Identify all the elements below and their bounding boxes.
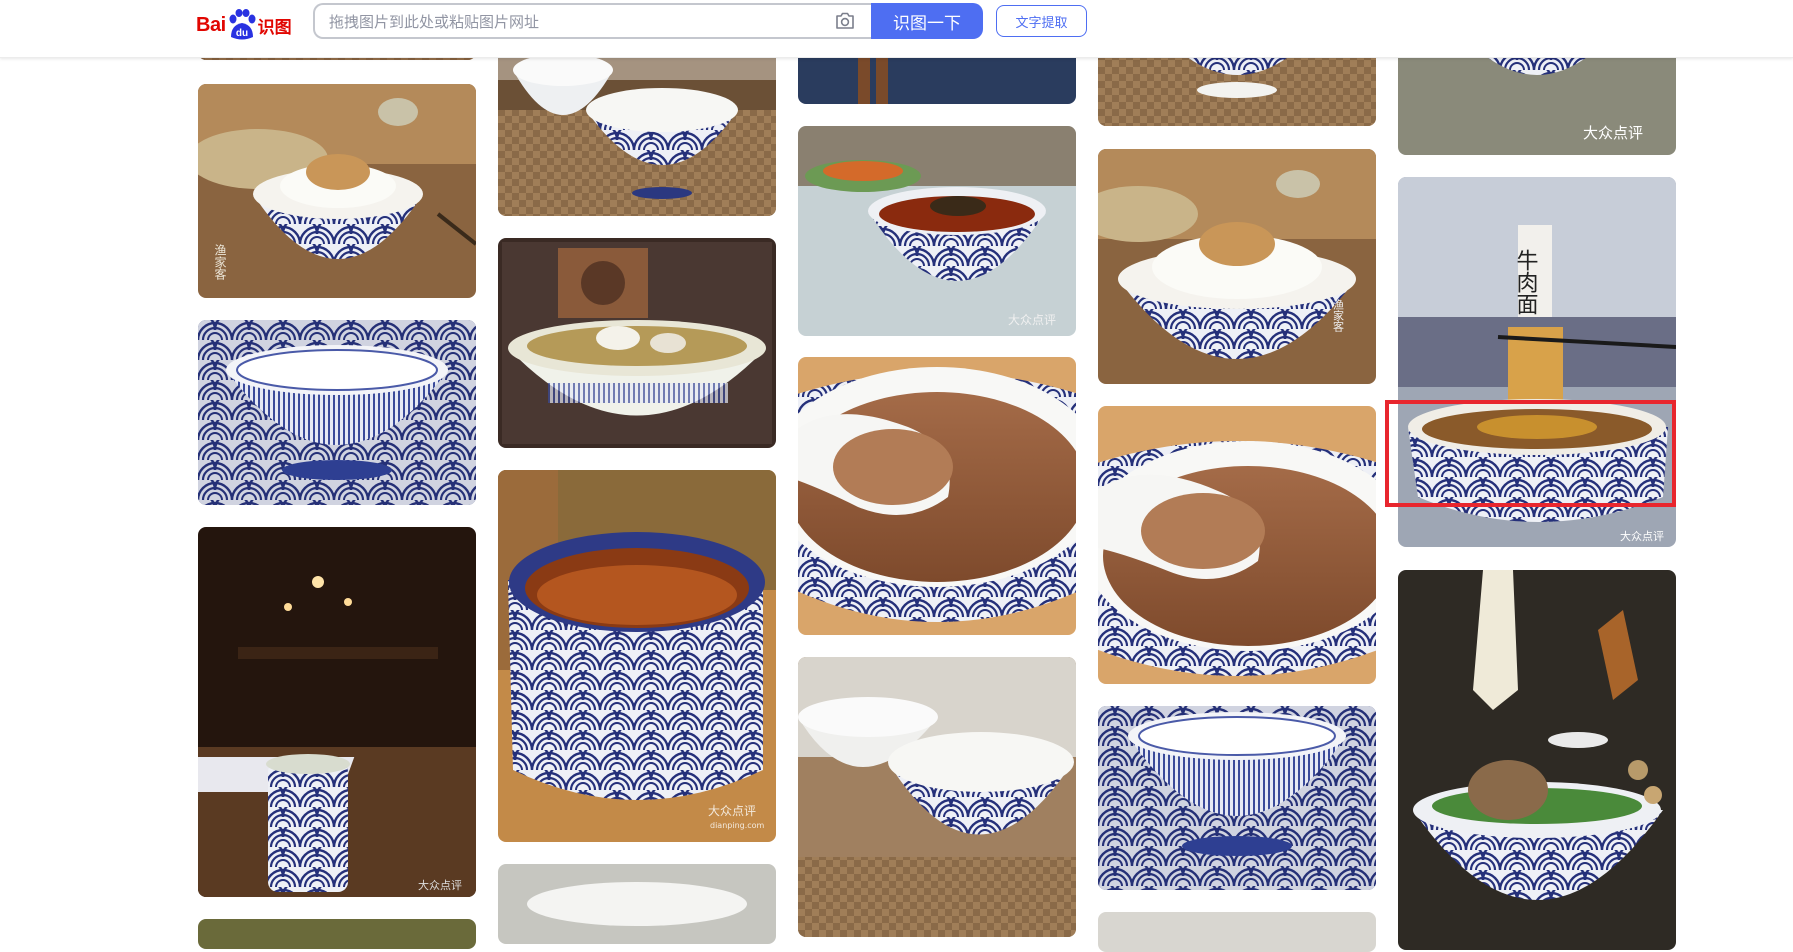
search-box[interactable]	[313, 3, 871, 39]
result-image[interactable]: 大众点评	[798, 126, 1076, 336]
result-image[interactable]	[1098, 406, 1376, 684]
search-button[interactable]: 识图一下	[871, 3, 983, 39]
dianping-watermark: 大众点评	[1620, 529, 1664, 543]
logo-brand-mid: du	[236, 28, 248, 39]
search-input[interactable]	[327, 5, 811, 39]
result-image[interactable]	[798, 657, 1076, 937]
yujiake-watermark: 渔家客	[1332, 299, 1345, 333]
paw-icon: du	[229, 9, 256, 40]
results-gallery: 渔家客 大众点评 大众点评 dianping.com 大众点评 渔家客 大众点评…	[0, 0, 1793, 952]
dianping-url: dianping.com	[710, 821, 765, 830]
result-image[interactable]	[498, 864, 776, 944]
result-image[interactable]	[198, 919, 476, 949]
result-image[interactable]: 大众点评	[198, 527, 476, 897]
result-image[interactable]	[1098, 706, 1376, 890]
camera-icon[interactable]	[835, 12, 855, 30]
result-image[interactable]	[198, 320, 476, 505]
dianping-watermark: 大众点评	[1008, 313, 1056, 327]
dianping-watermark: 大众点评	[418, 878, 462, 892]
result-image[interactable]: 渔家客	[1098, 149, 1376, 384]
result-image[interactable]: 渔家客	[198, 84, 476, 298]
dianping-watermark: 大众点评	[1583, 124, 1643, 142]
result-image[interactable]	[1398, 570, 1676, 950]
result-image[interactable]: 牛肉面 大众点评	[1398, 177, 1676, 547]
baidu-shitu-logo[interactable]: Bai du 识图	[196, 6, 296, 44]
result-image[interactable]	[798, 357, 1076, 635]
dianping-watermark: 大众点评	[708, 804, 756, 818]
logo-brand-suffix: 识图	[257, 17, 292, 38]
result-image[interactable]: 大众点评 dianping.com	[498, 470, 776, 842]
result-image[interactable]	[498, 238, 776, 448]
top-header: Bai du 识图 识图一下 文字提取	[0, 0, 1793, 58]
niuroumian-title: 牛肉面	[1513, 249, 1538, 315]
logo-brand-prefix: Bai	[196, 13, 226, 36]
result-image[interactable]	[1098, 912, 1376, 952]
text-extract-button[interactable]: 文字提取	[996, 5, 1087, 37]
yujiake-watermark: 渔家客	[213, 244, 227, 281]
